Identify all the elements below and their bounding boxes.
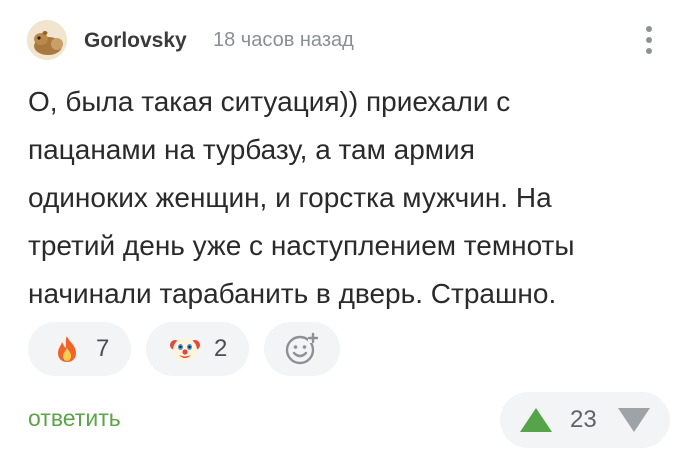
author-name[interactable]: Gorlovsky	[84, 29, 187, 53]
add-reaction-icon	[285, 332, 319, 365]
fire-count: 7	[96, 335, 110, 362]
fire-icon	[58, 336, 76, 362]
comment-header: Gorlovsky 18 часов назад	[27, 20, 677, 60]
reaction-clown-button[interactable]: 2	[146, 322, 249, 376]
comment-text: О, была такая ситуация)) приехали с паца…	[28, 86, 575, 309]
add-reaction-button[interactable]	[264, 322, 340, 376]
reply-button[interactable]: ответить	[28, 405, 121, 432]
rating-score: 23	[570, 406, 597, 433]
avatar[interactable]	[27, 20, 67, 60]
clown-count: 2	[214, 335, 228, 362]
more-options-icon[interactable]	[637, 20, 661, 60]
clown-icon	[170, 338, 200, 362]
downvote-arrow-icon[interactable]	[616, 406, 652, 434]
upvote-arrow-icon[interactable]	[518, 406, 554, 434]
rating-control: 23	[500, 392, 670, 448]
reaction-fire-button[interactable]: 7	[28, 322, 131, 376]
comment-timestamp: 18 часов назад	[213, 29, 354, 51]
